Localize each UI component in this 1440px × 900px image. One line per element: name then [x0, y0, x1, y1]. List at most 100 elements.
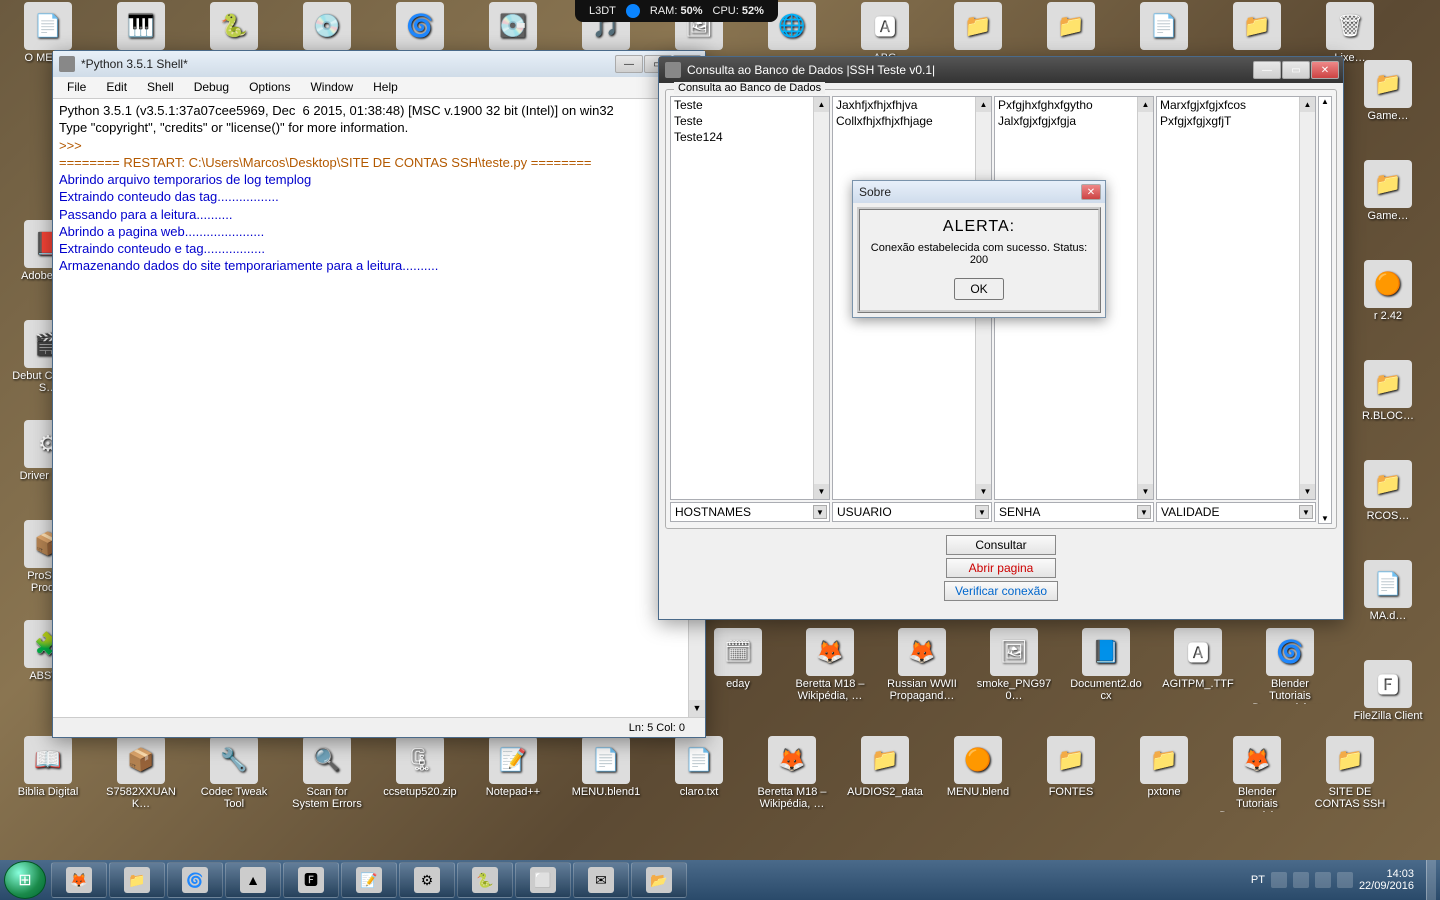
minimize-button[interactable]: — [615, 55, 643, 73]
tray-action-icon[interactable] [1337, 872, 1353, 888]
taskbar-app[interactable]: 🐍 [457, 862, 513, 898]
desktop-icon[interactable]: 📄MA.d… [1350, 560, 1426, 622]
desktop-icon[interactable]: 🌀Blender Tutoriais Desenvolvimen… [1252, 628, 1328, 704]
list-item[interactable]: Teste [671, 97, 829, 113]
titlebar[interactable]: *Python 3.5.1 Shell* — ▭ ✕ [53, 51, 705, 77]
taskbar-app[interactable]: 🦊 [51, 862, 107, 898]
titlebar[interactable]: Consulta ao Banco de Dados |SSH Teste v0… [659, 57, 1343, 83]
list-item[interactable]: Collxfhjxfhjxfhjage [833, 113, 991, 129]
menu-file[interactable]: File [57, 77, 96, 98]
abrir-pagina-button[interactable]: Abrir pagina [946, 558, 1056, 578]
tray-network-icon[interactable] [1293, 872, 1309, 888]
taskbar-app[interactable]: 🅵 [283, 862, 339, 898]
hostnames-combo[interactable]: HOSTNAMES▼ [670, 502, 830, 522]
list-item[interactable]: Jaxhfjxfhjxfhjva [833, 97, 991, 113]
tray-clock[interactable]: 14:0322/09/2016 [1359, 868, 1414, 892]
desktop-icon[interactable]: 📁 [1033, 2, 1109, 52]
desktop-icon[interactable]: 🔧Codec Tweak Tool [196, 736, 272, 810]
desktop-icon[interactable]: 📄 [1126, 2, 1202, 52]
desktop-icon[interactable]: 🅰ABG [847, 2, 923, 64]
desktop-icon[interactable]: 📁AUDIOS2_data [847, 736, 923, 798]
ok-button[interactable]: OK [954, 278, 1003, 300]
desktop-icon[interactable]: 💽 [475, 2, 551, 52]
desktop-icon[interactable]: 📁FONTES [1033, 736, 1109, 798]
menu-edit[interactable]: Edit [96, 77, 137, 98]
taskbar-app[interactable]: ⬜ [515, 862, 571, 898]
icon-label: FONTES [1033, 786, 1109, 798]
desktop-icon[interactable]: 🐍 [196, 2, 272, 52]
list-item[interactable]: Teste [671, 113, 829, 129]
desktop-icon[interactable]: 🗓eday [700, 628, 776, 690]
taskbar-app[interactable]: 📝 [341, 862, 397, 898]
menu-window[interactable]: Window [300, 77, 363, 98]
desktop-icon[interactable]: 📁 [940, 2, 1016, 52]
list-item[interactable]: Teste124 [671, 129, 829, 145]
menu-options[interactable]: Options [239, 77, 300, 98]
taskbar-app[interactable]: 📂 [631, 862, 687, 898]
desktop-icon[interactable]: 📄claro.txt [661, 736, 737, 798]
menu-help[interactable]: Help [363, 77, 408, 98]
desktop-icon[interactable]: 📁SITE DE CONTAS SSH [1312, 736, 1388, 810]
desktop-icon[interactable]: 🦊Beretta M18 – Wikipédia, … [754, 736, 830, 810]
tray-lang[interactable]: PT [1251, 874, 1265, 886]
close-button[interactable]: ✕ [1311, 61, 1339, 79]
desktop-icon[interactable]: 🔍Scan for System Errors [289, 736, 365, 810]
desktop-icon[interactable]: 📁RCOS… [1350, 460, 1426, 522]
gadget-brand: L3DT [589, 5, 616, 17]
taskbar-app[interactable]: ▲ [225, 862, 281, 898]
close-button[interactable]: ✕ [1081, 184, 1101, 200]
list-item[interactable]: Pxfgjhxfghxfgytho [995, 97, 1153, 113]
taskbar-app[interactable]: 📁 [109, 862, 165, 898]
desktop-icon[interactable]: 💿 [289, 2, 365, 52]
desktop-icon[interactable]: 🗜ccsetup520.zip [382, 736, 458, 798]
desktop-icon[interactable]: 📘Document2.docx [1068, 628, 1144, 702]
senha-combo[interactable]: SENHA▼ [994, 502, 1154, 522]
desktop-icon[interactable]: 📁 [1219, 2, 1295, 52]
dialog-titlebar[interactable]: Sobre ✕ [853, 181, 1105, 203]
desktop-icon[interactable]: 📦S7582XXUANK… [103, 736, 179, 810]
hostnames-listbox[interactable]: TesteTesteTeste124▲▼ [670, 96, 830, 500]
shell-output[interactable]: Python 3.5.1 (v3.5.1:37a07cee5969, Dec 6… [53, 99, 705, 717]
show-desktop-button[interactable] [1426, 860, 1436, 900]
window-title: Consulta ao Banco de Dados |SSH Teste v0… [687, 63, 1253, 77]
validade-combo[interactable]: VALIDADE▼ [1156, 502, 1316, 522]
list-item[interactable]: PxfgjxfgjxgfjT [1157, 113, 1315, 129]
usuario-combo[interactable]: USUARIO▼ [832, 502, 992, 522]
tray-volume-icon[interactable] [1315, 872, 1331, 888]
desktop-icon[interactable]: 🅰AGITPM_.TTF [1160, 628, 1236, 690]
side-scroll-list[interactable]: ▲▼ [1318, 96, 1332, 524]
desktop-icon[interactable]: 🟠r 2.42 [1350, 260, 1426, 322]
desktop-icon[interactable]: 📄MENU.blend1 [568, 736, 644, 798]
desktop-icon[interactable]: 🌀 [382, 2, 458, 52]
file-icon: 🦊 [1233, 736, 1281, 784]
menu-debug[interactable]: Debug [184, 77, 239, 98]
taskbar-app[interactable]: ⚙ [399, 862, 455, 898]
desktop-icon[interactable]: 🦊Blender Tutoriais Desenvolvimen… [1219, 736, 1295, 812]
desktop-icon[interactable]: 🗑Lixe… [1312, 2, 1388, 64]
desktop-icon[interactable]: 🦊Russian WWII Propagand… [884, 628, 960, 702]
desktop-icon[interactable]: 🦊Beretta M18 – Wikipédia, … [792, 628, 868, 702]
desktop-icon[interactable]: 🅵FileZilla Client [1350, 660, 1426, 722]
consultar-button[interactable]: Consultar [946, 535, 1056, 555]
menu-shell[interactable]: Shell [137, 77, 184, 98]
verificar-conexao-button[interactable]: Verificar conexão [944, 581, 1058, 601]
icon-label: eday [700, 678, 776, 690]
maximize-button[interactable]: ▭ [1282, 61, 1310, 79]
taskbar-app[interactable]: 🌀 [167, 862, 223, 898]
desktop-icon[interactable]: 🖼smoke_PNG970… [976, 628, 1052, 702]
minimize-button[interactable]: — [1253, 61, 1281, 79]
list-item[interactable]: Marxfgjxfgjxfcos [1157, 97, 1315, 113]
validade-listbox[interactable]: MarxfgjxfgjxfcosPxfgjxfgjxgfjT▲▼ [1156, 96, 1316, 500]
start-button[interactable]: ⊞ [4, 861, 46, 899]
desktop-icon[interactable]: 📁pxtone [1126, 736, 1202, 798]
list-item[interactable]: Jalxfgjxfgjxfgja [995, 113, 1153, 129]
desktop-icon[interactable]: 📁Game… [1350, 60, 1426, 122]
desktop-icon[interactable]: 📝Notepad++ [475, 736, 551, 798]
desktop-icon[interactable]: 🟠MENU.blend [940, 736, 1016, 798]
file-icon: 🅰 [861, 2, 909, 50]
tray-flag-icon[interactable] [1271, 872, 1287, 888]
desktop-icon[interactable]: 📁R.BLOC… [1350, 360, 1426, 422]
desktop-icon[interactable]: 📖Biblia Digital [10, 736, 86, 798]
desktop-icon[interactable]: 📁Game… [1350, 160, 1426, 222]
taskbar-app[interactable]: ✉ [573, 862, 629, 898]
